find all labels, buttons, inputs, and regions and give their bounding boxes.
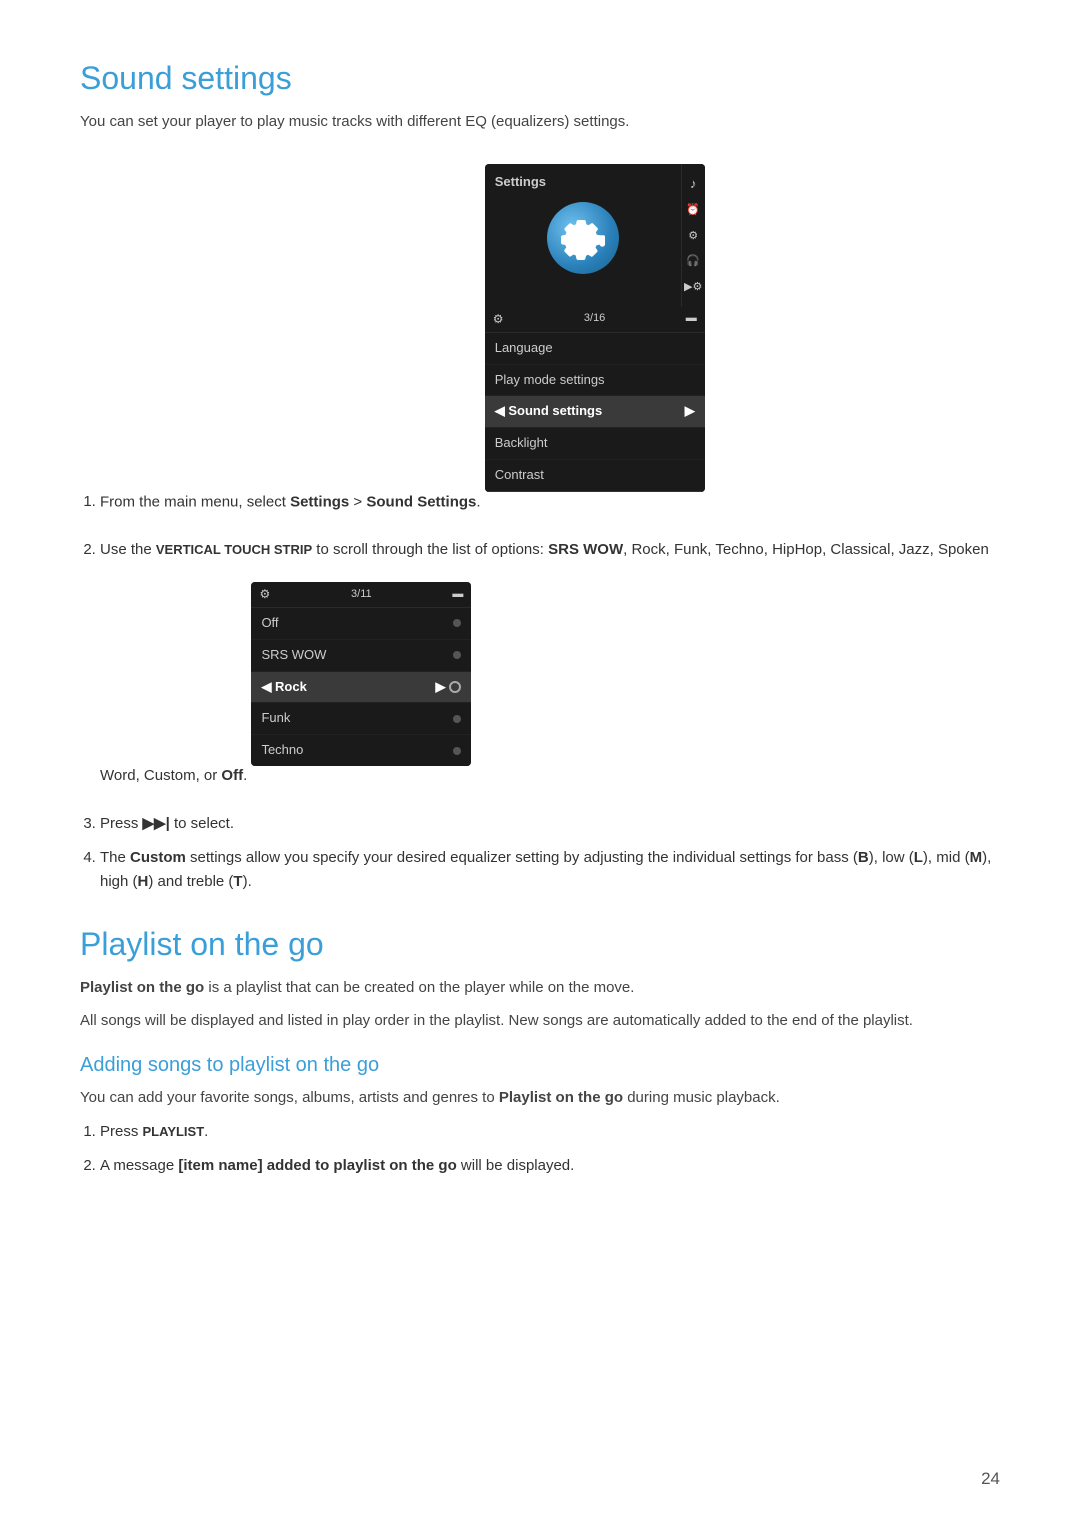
- step4-close2: ), mid (: [923, 849, 970, 866]
- step4-t: T: [233, 873, 242, 890]
- adding-step-1: Press PLAYLIST.: [100, 1120, 1000, 1144]
- playlist-section: Playlist on the go Playlist on the go is…: [80, 926, 1000, 1178]
- off-label: Off: [221, 767, 243, 784]
- playlist-intro1-text: is a playlist that can be created on the…: [208, 979, 634, 996]
- adding-step2-text: A message: [100, 1157, 178, 1174]
- step4-custom-label: Custom: [130, 849, 186, 866]
- eq-counter: 3/11: [351, 586, 372, 604]
- menu-language: Language: [485, 333, 705, 365]
- item-added-message: [item name] added to playlist on the go: [178, 1157, 456, 1174]
- vertical-touch-strip-label: VERTICAL TOUCH STRIP: [156, 542, 312, 557]
- settings-menu-box: Settings ♪ ⏰: [485, 164, 705, 492]
- alarm-icon: ⏰: [686, 202, 700, 220]
- eq-rock-active: ◀ Rock ▶: [251, 672, 471, 704]
- eq-gear-icon: ⚙: [259, 585, 270, 604]
- adding-section: Adding songs to playlist on the go You c…: [80, 1054, 1000, 1178]
- menu-contrast: Contrast: [485, 460, 705, 492]
- playlist-intro1: Playlist on the go is a playlist that ca…: [80, 977, 1000, 1000]
- step4-close5: ).: [243, 873, 252, 890]
- eq-off: Off: [251, 608, 471, 640]
- headphone-icon: 🎧: [686, 253, 700, 271]
- step3-suffix: to select.: [170, 815, 234, 832]
- step4-l: L: [914, 849, 923, 866]
- step-1: From the main menu, select Settings > So…: [100, 144, 1000, 528]
- sound-settings-steps: From the main menu, select Settings > So…: [100, 144, 1000, 895]
- sound-settings-intro: You can set your player to play music tr…: [80, 111, 1000, 134]
- menu-play-mode: Play mode settings: [485, 365, 705, 397]
- step1-dot: .: [476, 493, 480, 510]
- playlist-label: PLAYLIST: [143, 1124, 205, 1139]
- settings-header: Settings: [495, 172, 671, 193]
- playlist-title: Playlist on the go: [80, 926, 1000, 963]
- adding-steps: Press PLAYLIST. A message [item name] ad…: [100, 1120, 1000, 1178]
- adding-step1-end: .: [204, 1123, 208, 1140]
- eq-battery: ▬: [452, 586, 463, 604]
- sound-settings-title: Sound settings: [80, 60, 1000, 97]
- step4-h: H: [138, 873, 149, 890]
- step3-text: Press: [100, 815, 143, 832]
- page-number: 24: [981, 1469, 1000, 1489]
- eq-srs-wow: SRS WOW: [251, 640, 471, 672]
- step4-suffix: settings allow you specify your desired …: [186, 849, 858, 866]
- adding-intro: You can add your favorite songs, albums,…: [80, 1087, 1000, 1110]
- music-icon: ♪: [690, 174, 697, 195]
- step2-prefix: Use the: [100, 541, 156, 558]
- settings-menu-image: Settings ♪ ⏰: [485, 154, 705, 514]
- settings-gear-image: [547, 202, 619, 274]
- eq-menu-image: ⚙ 3/11 ▬ Off SRS WOW ◀ Rock ▶ Funk: [251, 572, 471, 788]
- step3-symbol: ▶▶|: [143, 815, 170, 832]
- step1-bold2: Sound Settings: [366, 493, 476, 510]
- eq-menu-box: ⚙ 3/11 ▬ Off SRS WOW ◀ Rock ▶ Funk: [251, 582, 471, 766]
- adding-intro-suffix: during music playback.: [623, 1089, 780, 1106]
- step1-arrow: >: [349, 493, 366, 510]
- arrow-gear-icon: ▶⚙: [684, 279, 702, 297]
- adding-step-2: A message [item name] added to playlist …: [100, 1154, 1000, 1178]
- settings-icon: ⚙: [688, 228, 698, 246]
- adding-step1-text: Press: [100, 1123, 143, 1140]
- step4-close1: ), low (: [869, 849, 914, 866]
- step1-text: From the main menu, select: [100, 493, 290, 510]
- eq-techno: Techno: [251, 735, 471, 766]
- menu-gear-icon: ⚙: [493, 310, 504, 329]
- menu-battery: ▬: [686, 310, 697, 328]
- step-4: The Custom settings allow you specify yo…: [100, 846, 1000, 894]
- eq-funk: Funk: [251, 703, 471, 735]
- menu-counter: 3/16: [584, 310, 605, 328]
- step4-prefix: The: [100, 849, 130, 866]
- playlist-bold-label: Playlist on the go: [80, 979, 204, 996]
- step4-b: B: [858, 849, 869, 866]
- adding-intro-prefix: You can add your favorite songs, albums,…: [80, 1089, 499, 1106]
- step1-bold1: Settings: [290, 493, 349, 510]
- adding-title: Adding songs to playlist on the go: [80, 1054, 1000, 1077]
- step4-close4: ) and treble (: [148, 873, 233, 890]
- srs-wow-label: SRS WOW: [548, 541, 623, 558]
- step-2: Use the VERTICAL TOUCH STRIP to scroll t…: [100, 538, 1000, 802]
- menu-backlight: Backlight: [485, 428, 705, 460]
- playlist-on-go-bold: Playlist on the go: [499, 1089, 623, 1106]
- step-3: Press ▶▶| to select.: [100, 812, 1000, 836]
- step4-m: M: [970, 849, 983, 866]
- adding-step2-end: will be displayed.: [457, 1157, 575, 1174]
- step2-mid: to scroll through the list of options:: [312, 541, 548, 558]
- playlist-intro2: All songs will be displayed and listed i…: [80, 1010, 1000, 1033]
- menu-sound-settings: ◀ Sound settings ▶: [485, 396, 705, 428]
